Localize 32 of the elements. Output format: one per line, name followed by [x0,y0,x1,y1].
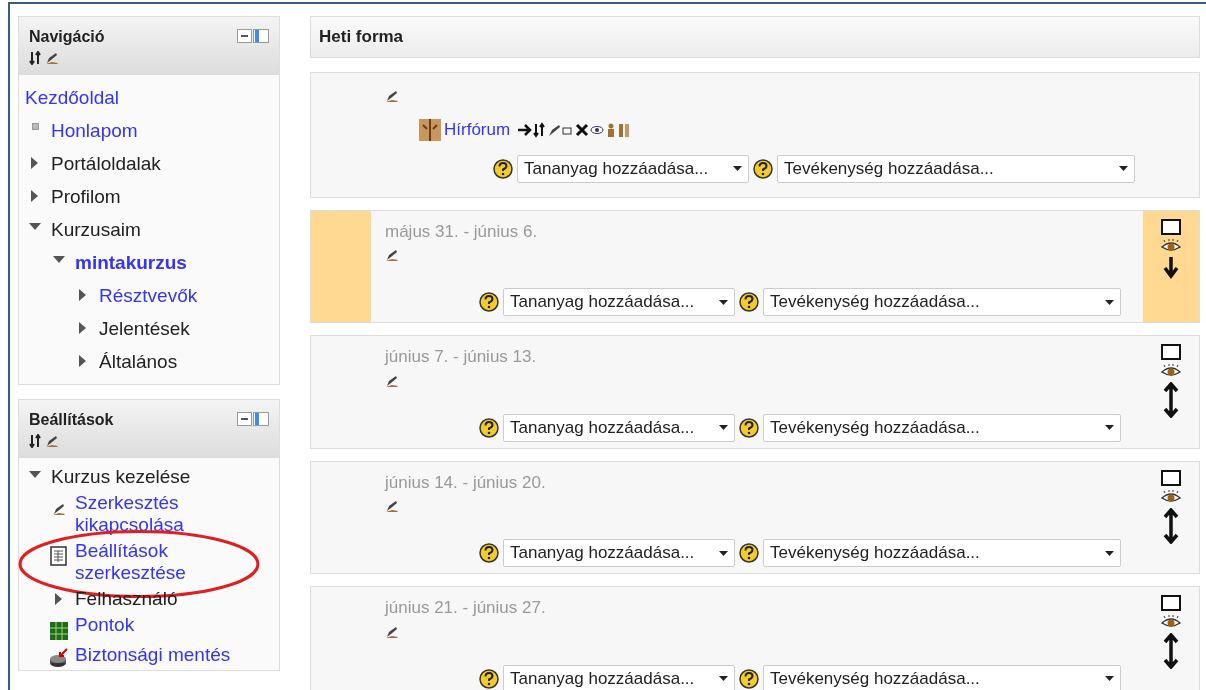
dropdown-select[interactable]: Tananyag hozzáadása... [503,539,735,567]
nav-link[interactable]: Beállítások szerkesztése [75,540,273,584]
nav-link[interactable]: Pontok [75,614,135,636]
week-dates: május 31. - június 6. [385,220,539,243]
nav-link[interactable]: Biztonsági mentés [75,644,231,666]
week-dates: június 7. - június 13. [385,346,538,368]
dropdown-select[interactable]: Tevékenység hozzáadása... [763,413,1121,442]
nav-link[interactable]: mintakurzus [75,251,187,274]
week-dates: június 21. - június 27. [385,597,547,619]
dropdown-select[interactable]: Tananyag hozzáadása... [503,288,735,316]
nav-item[interactable]: Profilom [51,185,121,208]
nav-item[interactable]: Jelentések [99,317,190,340]
nav-item[interactable]: Kurzus kezelése [51,466,191,488]
nav-item[interactable]: Portáloldalak [51,152,161,175]
block-title: Navigáció [29,27,105,47]
nav-link[interactable]: Honlapom [51,119,138,142]
dropdown-select[interactable]: Tevékenység hozzáadása... [763,664,1121,690]
week-dates: június 14. - június 20. [385,471,547,494]
block-title: Beállítások [29,410,114,430]
dropdown-select[interactable]: Tevékenység hozzáadása... [777,154,1135,183]
nav-item[interactable]: Általános [99,350,178,373]
course-title: Heti forma [319,26,404,49]
dropdown-select[interactable]: Tananyag hozzáadása... [503,664,735,690]
dropdown-select[interactable]: Tananyag hozzáadása... [503,413,735,442]
nav-link[interactable]: Résztvevők [99,284,198,307]
dropdown-select[interactable]: Tevékenység hozzáadása... [763,288,1121,316]
nav-item[interactable]: Kurzusaim [51,218,141,241]
dropdown-select[interactable]: Tevékenység hozzáadása... [763,539,1121,567]
dropdown-select[interactable]: Tananyag hozzáadása... [517,154,749,183]
nav-link[interactable]: Szerkesztés kikapcsolása [75,492,273,536]
activity-link[interactable]: Hírfórum [444,117,511,143]
nav-link[interactable]: Kezdőoldal [25,86,120,109]
